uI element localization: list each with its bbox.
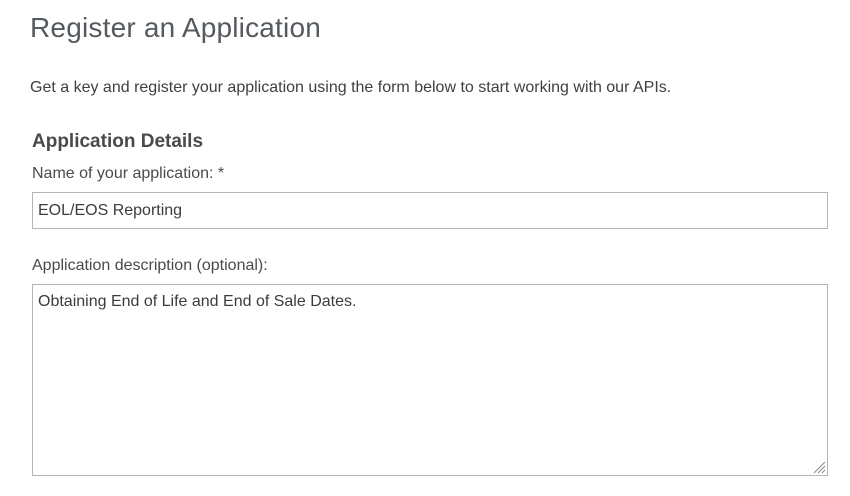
section-title-application-details: Application Details	[32, 131, 204, 152]
resize-grip-icon[interactable]	[811, 459, 826, 474]
page-title: Register an Application	[30, 12, 321, 43]
application-name-label: Name of your application: *	[32, 165, 225, 182]
intro-text: Get a key and register your application …	[30, 79, 672, 96]
application-description-label: Application description (optional):	[32, 257, 268, 274]
application-description-textarea[interactable]: Obtaining End of Life and End of Sale Da…	[32, 284, 828, 476]
application-name-input[interactable]	[32, 192, 828, 229]
